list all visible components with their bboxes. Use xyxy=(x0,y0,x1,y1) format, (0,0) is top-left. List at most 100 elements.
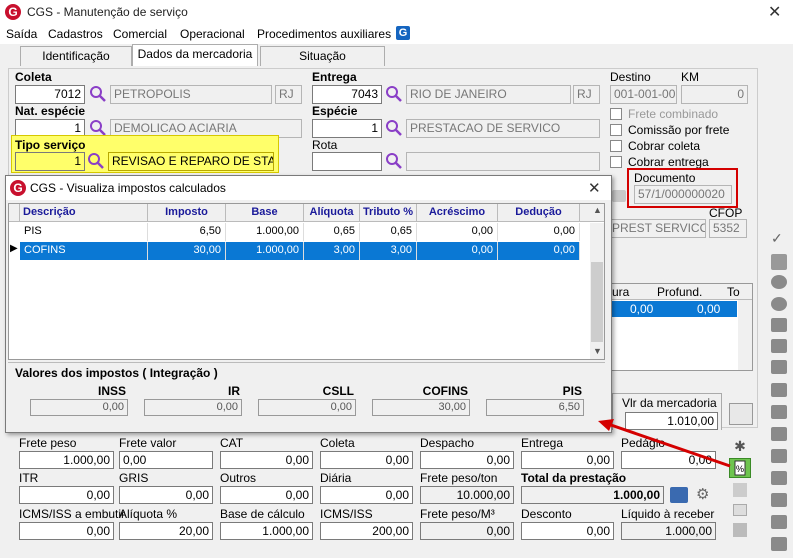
frete-peso-ton-field: 10.000,00 xyxy=(420,486,514,504)
diaria-input[interactable]: 0,00 xyxy=(320,486,413,504)
menu-comercial[interactable]: Comercial xyxy=(113,27,167,41)
aliquota-input[interactable]: 20,00 xyxy=(119,522,213,540)
entrega-valor-label: Entrega xyxy=(521,436,564,450)
despacho-input[interactable]: 0,00 xyxy=(420,451,514,469)
col-tributo[interactable]: Tributo % xyxy=(360,204,417,222)
document-icon[interactable] xyxy=(733,483,747,497)
scroll-down-icon[interactable]: ▼ xyxy=(593,346,602,356)
inss-label: INSS xyxy=(97,384,126,398)
cell-descricao: PIS xyxy=(20,223,148,241)
menu-cadastros[interactable]: Cadastros xyxy=(48,27,103,41)
col-descricao[interactable]: Descrição xyxy=(20,204,148,222)
entrega-code-input[interactable]: 7043 xyxy=(312,85,382,104)
scroll-up-icon[interactable]: ▲ xyxy=(593,205,602,215)
cell-deducao: 0,00 xyxy=(498,242,580,260)
comissao-checkbox[interactable] xyxy=(610,124,622,136)
toolbar-stack-icon[interactable] xyxy=(771,427,787,441)
toolbar-record-icon[interactable] xyxy=(771,275,787,289)
cell-tributo: 3,00 xyxy=(360,242,417,260)
toolbar-folder-icon[interactable] xyxy=(771,493,787,507)
toolbar-chart-icon[interactable] xyxy=(771,471,787,485)
edit-doc-icon[interactable] xyxy=(733,523,747,537)
cell-deducao: 0,00 xyxy=(498,223,580,241)
toolbar-map-icon[interactable] xyxy=(771,405,787,419)
rota-desc-field xyxy=(406,152,600,171)
frete-peso-ton-label: Frete peso/ton xyxy=(420,471,498,485)
cat-input[interactable]: 0,00 xyxy=(220,451,313,469)
base-calculo-input[interactable]: 1.000,00 xyxy=(220,522,313,540)
confirm-check-icon[interactable]: ✓ xyxy=(771,230,783,247)
col-acrescimo[interactable]: Acréscimo xyxy=(417,204,498,222)
toolbar-box-icon[interactable] xyxy=(771,383,787,397)
toolbar-shape-icon[interactable] xyxy=(771,318,787,332)
coleta-code-input[interactable]: 7012 xyxy=(15,85,85,104)
base-calculo-label: Base de cálculo xyxy=(220,507,305,521)
toolbar-frame-icon[interactable] xyxy=(771,449,787,463)
cobrar-entrega-checkbox[interactable] xyxy=(610,156,622,168)
icms-iss-input[interactable]: 200,00 xyxy=(320,522,413,540)
frete-peso-m3-field: 0,00 xyxy=(420,522,514,540)
tab-identificacao[interactable]: Identificação xyxy=(20,46,132,66)
frete-peso-input[interactable]: 1.000,00 xyxy=(19,451,114,469)
km-label: KM xyxy=(681,70,699,84)
g-help-icon[interactable]: G xyxy=(396,26,410,40)
coleta-search-icon[interactable] xyxy=(89,85,107,103)
cell-base: 1.000,00 xyxy=(226,223,304,241)
toolbar-list-icon[interactable] xyxy=(771,360,787,374)
scrollbar-thumb[interactable] xyxy=(591,262,603,342)
col-aliquota[interactable]: Alíquota xyxy=(304,204,360,222)
cobrar-coleta-checkbox[interactable] xyxy=(610,140,622,152)
rota-search-icon[interactable] xyxy=(385,152,403,170)
gris-input[interactable]: 0,00 xyxy=(119,486,213,504)
annotation-arrow xyxy=(598,419,731,468)
gris-label: GRIS xyxy=(119,471,149,485)
window-close-button[interactable]: ✕ xyxy=(768,2,781,22)
toolbar-tools-icon[interactable] xyxy=(771,537,787,551)
card-icon[interactable] xyxy=(733,504,747,516)
toolbar-doc-icon[interactable] xyxy=(771,254,787,270)
impostos-dialog-close-button[interactable]: ✕ xyxy=(588,179,601,197)
col-base[interactable]: Base xyxy=(226,204,304,222)
documento-field: 57/1/000000020 xyxy=(634,185,732,204)
menu-operacional[interactable]: Operacional xyxy=(180,27,245,41)
book-icon[interactable] xyxy=(670,487,688,503)
icms-embutir-input[interactable]: 0,00 xyxy=(19,522,114,540)
nat-especie-label: Nat. espécie xyxy=(15,104,86,118)
cell-imposto: 30,00 xyxy=(148,242,226,260)
tab-dados-mercadoria[interactable]: Dados da mercadoria xyxy=(132,44,258,66)
menu-saida[interactable]: Saída xyxy=(6,27,37,41)
especie-search-icon[interactable] xyxy=(385,119,403,137)
toolbar-edit-icon[interactable] xyxy=(771,515,787,529)
tab-situacao[interactable]: Situação xyxy=(260,46,385,66)
despacho-label: Despacho xyxy=(420,436,475,450)
dimensions-grid-scrollbar[interactable] xyxy=(738,300,752,370)
tipo-servico-label: Tipo serviço xyxy=(15,138,86,152)
liquido-receber-field: 1.000,00 xyxy=(621,522,716,540)
rota-label: Rota xyxy=(312,138,338,152)
frete-valor-input[interactable]: 0,00 xyxy=(119,451,213,469)
toolbar-copy-icon[interactable] xyxy=(771,339,787,353)
frete-combinado-checkbox[interactable] xyxy=(610,108,622,120)
pis-field: 6,50 xyxy=(486,399,584,416)
toolbar-circle-icon[interactable] xyxy=(771,297,787,311)
cell-aliquota: 0,65 xyxy=(304,223,360,241)
destino-label: Destino xyxy=(610,70,651,84)
coleta-uf-field: RJ xyxy=(275,85,302,104)
comissao-label: Comissão por frete xyxy=(628,123,730,137)
especie-code-input[interactable]: 1 xyxy=(312,119,382,138)
rota-code-input[interactable] xyxy=(312,152,382,171)
col-imposto[interactable]: Imposto xyxy=(148,204,226,222)
tipo-servico-code-input[interactable]: 1 xyxy=(15,152,85,171)
grid-indicator-header xyxy=(9,204,20,222)
gears-icon[interactable]: ⚙ xyxy=(696,485,709,503)
outros-input[interactable]: 0,00 xyxy=(220,486,313,504)
menu-procedimentos[interactable]: Procedimentos auxiliares xyxy=(257,27,391,41)
tipo-servico-search-icon[interactable] xyxy=(87,152,105,170)
col-deducao[interactable]: Dedução xyxy=(498,204,580,222)
entrega-search-icon[interactable] xyxy=(385,85,403,103)
coleta-valor-input[interactable]: 0,00 xyxy=(320,451,413,469)
entrega-city-field: RIO DE JANEIRO xyxy=(406,85,571,104)
frete-valor-label: Frete valor xyxy=(119,436,177,450)
itr-input[interactable]: 0,00 xyxy=(19,486,114,504)
desconto-input[interactable]: 0,00 xyxy=(521,522,614,540)
